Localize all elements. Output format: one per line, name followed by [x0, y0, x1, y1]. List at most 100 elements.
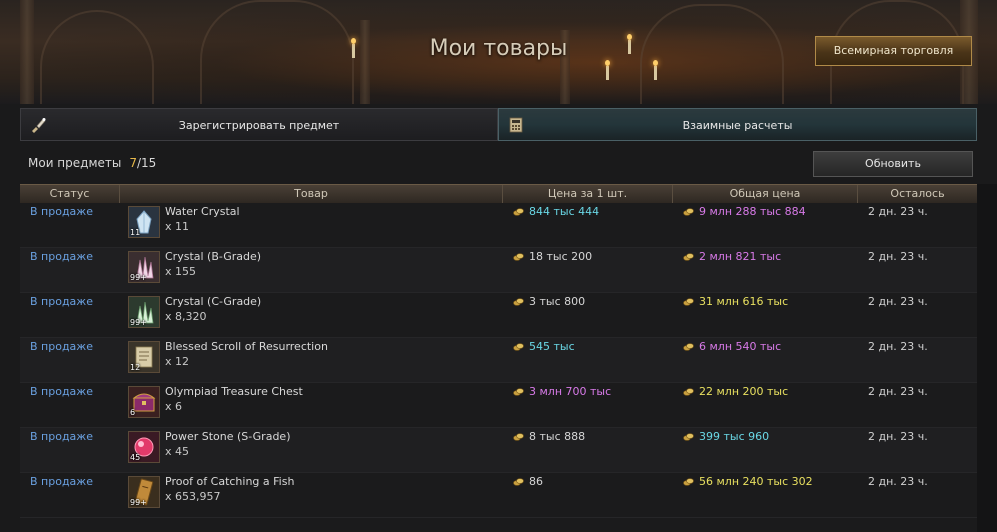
- total-price: 31 млн 616 тыс: [683, 295, 788, 308]
- item-icon[interactable]: 45: [128, 431, 160, 463]
- adena-coin-icon: [683, 253, 694, 261]
- item-icon[interactable]: 6: [128, 386, 160, 418]
- unit-price-value: 844 тыс 444: [529, 205, 600, 218]
- total-price: 56 млн 240 тыс 302: [683, 475, 813, 488]
- total-price: 22 млн 200 тыс: [683, 385, 788, 398]
- status-link[interactable]: В продаже: [30, 340, 93, 353]
- column-header-unit-price[interactable]: Цена за 1 шт.: [503, 185, 673, 203]
- unit-price: 86: [513, 475, 543, 488]
- unit-price: 8 тыс 888: [513, 430, 585, 443]
- table-header: Статус Товар Цена за 1 шт. Общая цена Ос…: [20, 184, 977, 204]
- brush-icon: [32, 118, 46, 133]
- time-remaining: 2 дн. 23 ч.: [868, 340, 928, 353]
- total-price-value: 31 млн 616 тыс: [699, 295, 789, 308]
- time-remaining: 2 дн. 23 ч.: [868, 430, 928, 443]
- tab-bar: Зарегистрировать предмет Взаимные расчет…: [20, 108, 977, 141]
- unit-price: 18 тыс 200: [513, 250, 592, 263]
- total-price-value: 6 млн 540 тыс: [699, 340, 782, 353]
- item-stack-badge: 99+: [130, 273, 147, 282]
- total-price-value: 56 млн 240 тыс 302: [699, 475, 813, 488]
- column-header-item[interactable]: Товар: [120, 185, 503, 203]
- item-stack-badge: 99+: [130, 318, 147, 327]
- tab-register-item[interactable]: Зарегистрировать предмет: [20, 108, 498, 141]
- item-stack-badge: 45: [130, 453, 141, 462]
- unit-price: 3 млн 700 тыс: [513, 385, 611, 398]
- table-row[interactable]: В продаже 99+ Proof of Catching a Fish x…: [20, 473, 977, 518]
- tab-label: Взаимные расчеты: [682, 119, 793, 132]
- unit-price-value: 3 млн 700 тыс: [529, 385, 612, 398]
- item-quantity: x 12: [165, 355, 190, 368]
- item-stack-badge: 6: [130, 408, 136, 417]
- unit-price: 3 тыс 800: [513, 295, 585, 308]
- candle-decor: [605, 60, 610, 80]
- status-link[interactable]: В продаже: [30, 475, 93, 488]
- total-price-value: 399 тыс 960: [699, 430, 770, 443]
- column-header-status[interactable]: Статус: [20, 185, 120, 203]
- time-remaining: 2 дн. 23 ч.: [868, 250, 928, 263]
- item-name: Crystal (C-Grade): [165, 295, 262, 308]
- table-row[interactable]: В продаже 12 Blessed Scroll of Resurrect…: [20, 338, 977, 383]
- total-price: 399 тыс 960: [683, 430, 769, 443]
- status-link[interactable]: В продаже: [30, 205, 93, 218]
- adena-coin-icon: [513, 208, 524, 216]
- time-remaining: 2 дн. 23 ч.: [868, 475, 928, 488]
- items-count: 7: [129, 156, 137, 170]
- column-header-remaining[interactable]: Осталось: [858, 185, 977, 203]
- time-remaining: 2 дн. 23 ч.: [868, 295, 928, 308]
- adena-coin-icon: [513, 343, 524, 351]
- adena-coin-icon: [683, 388, 694, 396]
- status-link[interactable]: В продаже: [30, 250, 93, 263]
- status-link[interactable]: В продаже: [30, 430, 93, 443]
- scrollbar-track[interactable]: [977, 184, 997, 532]
- unit-price-value: 8 тыс 888: [529, 430, 586, 443]
- item-quantity: x 155: [165, 265, 197, 278]
- item-name: Power Stone (S-Grade): [165, 430, 291, 443]
- time-remaining: 2 дн. 23 ч.: [868, 205, 928, 218]
- item-icon[interactable]: 12: [128, 341, 160, 373]
- table-row[interactable]: В продаже 99+ Crystal (C-Grade) x 8,320 …: [20, 293, 977, 338]
- item-name: Water Crystal: [165, 205, 240, 218]
- refresh-button[interactable]: Обновить: [813, 151, 973, 177]
- item-quantity: x 8,320: [165, 310, 207, 323]
- items-counter-label: Мои предметы: [28, 156, 122, 170]
- item-stack-badge: 99+: [130, 498, 147, 507]
- world-trade-button[interactable]: Всемирная торговля: [815, 36, 972, 66]
- item-name: Proof of Catching a Fish: [165, 475, 295, 488]
- item-stack-badge: 11: [130, 228, 141, 237]
- table-row[interactable]: В продаже 11 Water Crystal x 11 844 тыс …: [20, 203, 977, 248]
- item-name: Crystal (B-Grade): [165, 250, 262, 263]
- unit-price: 545 тыс: [513, 340, 575, 353]
- unit-price: 844 тыс 444: [513, 205, 599, 218]
- total-price: 2 млн 821 тыс: [683, 250, 781, 263]
- adena-coin-icon: [513, 253, 524, 261]
- item-icon[interactable]: 99+: [128, 251, 160, 283]
- item-quantity: x 6: [165, 400, 183, 413]
- table-row[interactable]: В продаже 6 Olympiad Treasure Chest x 6 …: [20, 383, 977, 428]
- unit-price-value: 3 тыс 800: [529, 295, 586, 308]
- total-price-value: 2 млн 821 тыс: [699, 250, 782, 263]
- item-icon[interactable]: 99+: [128, 476, 160, 508]
- adena-coin-icon: [513, 298, 524, 306]
- time-remaining: 2 дн. 23 ч.: [868, 385, 928, 398]
- item-icon[interactable]: 11: [128, 206, 160, 238]
- status-link[interactable]: В продаже: [30, 385, 93, 398]
- calculator-icon: [509, 117, 523, 133]
- items-counter: Мои предметы 7/15: [28, 156, 156, 170]
- table-row[interactable]: В продаже 45 Power Stone (S-Grade) x 45 …: [20, 428, 977, 473]
- total-price: 9 млн 288 тыс 884: [683, 205, 806, 218]
- unit-price-value: 86: [529, 475, 543, 488]
- column-header-total-price[interactable]: Общая цена: [673, 185, 858, 203]
- tab-label: Зарегистрировать предмет: [178, 119, 340, 132]
- unit-price-value: 18 тыс 200: [529, 250, 593, 263]
- status-link[interactable]: В продаже: [30, 295, 93, 308]
- adena-coin-icon: [683, 343, 694, 351]
- listing-table: В продаже 11 Water Crystal x 11 844 тыс …: [20, 203, 977, 532]
- tab-settlements[interactable]: Взаимные расчеты: [498, 108, 977, 141]
- header-banner: Мои товары Всемирная торговля: [0, 0, 997, 104]
- table-row[interactable]: В продаже 99+ Crystal (B-Grade) x 155 18…: [20, 248, 977, 293]
- item-quantity: x 653,957: [165, 490, 221, 503]
- item-icon[interactable]: 99+: [128, 296, 160, 328]
- adena-coin-icon: [513, 388, 524, 396]
- item-name: Olympiad Treasure Chest: [165, 385, 303, 398]
- adena-coin-icon: [513, 478, 524, 486]
